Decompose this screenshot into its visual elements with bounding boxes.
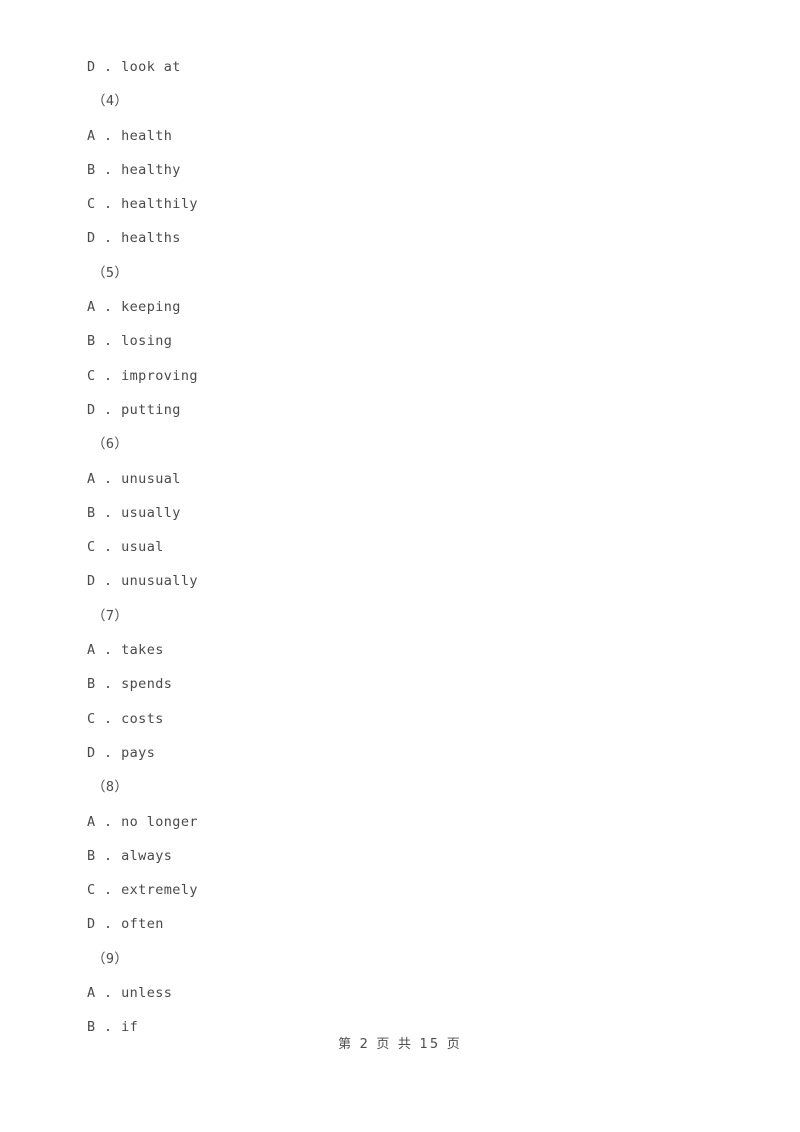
choice-option: C . healthily	[87, 187, 727, 221]
choice-option: D . putting	[87, 393, 727, 427]
choice-option: B . losing	[87, 324, 727, 358]
choice-separator: .	[95, 504, 122, 521]
choice-text: costs	[121, 710, 164, 727]
choice-separator: .	[95, 573, 122, 590]
choice-letter: B	[87, 333, 96, 350]
document-page: D . look at （4） A . health B . healthy C . h…	[0, 0, 800, 1132]
choice-letter: D	[87, 59, 96, 75]
choice-letter: D	[87, 230, 96, 247]
choice-option: C . improving	[87, 359, 727, 393]
choice-text: pays	[121, 744, 156, 761]
choice-option: B . usually	[87, 496, 727, 530]
choice-letter: C	[87, 367, 96, 384]
choice-separator: .	[95, 710, 122, 727]
choice-separator: .	[95, 333, 122, 350]
choice-letter: A	[87, 127, 96, 144]
choice-separator: .	[95, 916, 122, 933]
choice-text: putting	[121, 401, 181, 418]
choice-option: D . healths	[87, 221, 727, 255]
choice-text: keeping	[121, 299, 181, 316]
choice-option: A . unless	[87, 976, 727, 1010]
choice-letter: A	[87, 985, 96, 1002]
choice-separator: .	[95, 642, 122, 659]
choice-option: D . often	[87, 907, 727, 941]
choice-option: A . health	[87, 119, 727, 153]
choice-separator: .	[95, 985, 122, 1002]
choice-letter: C	[87, 196, 96, 213]
choice-letter: B	[87, 847, 96, 864]
choice-letter: C	[87, 539, 96, 556]
choice-text: usually	[121, 504, 181, 521]
choice-option: A . keeping	[87, 290, 727, 324]
choice-text: healths	[121, 230, 181, 247]
choice-option: C . costs	[87, 702, 727, 736]
choice-separator: .	[95, 470, 122, 487]
choice-text: unusually	[121, 573, 198, 590]
choice-separator: .	[95, 367, 122, 384]
choice-separator: .	[95, 813, 122, 830]
choice-letter: C	[87, 882, 96, 899]
choice-option: A . takes	[87, 633, 727, 667]
choice-option: D . unusually	[87, 564, 727, 598]
choice-separator: .	[95, 230, 122, 247]
choice-separator: .	[95, 161, 122, 178]
choice-letter: A	[87, 813, 96, 830]
question-number: （9）	[92, 950, 129, 967]
choice-separator: .	[95, 299, 122, 316]
choice-separator: .	[95, 59, 122, 75]
question-number: （8）	[92, 779, 129, 796]
choice-option: B . healthy	[87, 153, 727, 187]
choice-letter: B	[87, 676, 96, 693]
choice-letter: D	[87, 916, 96, 933]
choice-option: A . no longer	[87, 805, 727, 839]
choice-text: unless	[121, 985, 173, 1002]
choice-text: takes	[121, 642, 164, 659]
choice-separator: .	[95, 744, 122, 761]
choice-letter: D	[87, 401, 96, 418]
choice-letter: C	[87, 710, 96, 727]
choice-text: extremely	[121, 882, 198, 899]
question-number: （4）	[92, 93, 129, 110]
choice-text: usual	[121, 539, 164, 556]
choice-option: B . spends	[87, 667, 727, 701]
choice-option: A . unusual	[87, 462, 727, 496]
choice-letter: B	[87, 504, 96, 521]
choice-text: look at	[121, 59, 181, 75]
choice-separator: .	[95, 539, 122, 556]
choice-separator: .	[95, 127, 122, 144]
choice-separator: .	[95, 882, 122, 899]
choice-letter: D	[87, 573, 96, 590]
choice-letter: B	[87, 161, 96, 178]
choice-separator: .	[95, 676, 122, 693]
choice-letter: A	[87, 299, 96, 316]
choice-text: losing	[121, 333, 173, 350]
choice-separator: .	[95, 196, 122, 213]
choice-option: B . always	[87, 839, 727, 873]
question-number: （6）	[92, 436, 129, 453]
question-number: （7）	[92, 607, 129, 624]
choice-text: improving	[121, 367, 198, 384]
choice-text: healthy	[121, 161, 181, 178]
choice-separator: .	[95, 401, 122, 418]
choice-option: C . usual	[87, 530, 727, 564]
choice-letter: A	[87, 470, 96, 487]
choice-text: health	[121, 127, 173, 144]
choice-option: D . pays	[87, 736, 727, 770]
choice-option: C . extremely	[87, 873, 727, 907]
choice-text: always	[121, 847, 173, 864]
choice-text: often	[121, 916, 164, 933]
question-number: （5）	[92, 264, 129, 281]
choice-separator: .	[95, 847, 122, 864]
choice-letter: D	[87, 744, 96, 761]
choice-text: spends	[121, 676, 173, 693]
choice-option: D . look at	[87, 50, 727, 84]
page-footer: 第 2 页 共 15 页	[338, 1037, 462, 1052]
choice-letter: A	[87, 642, 96, 659]
choice-text: no longer	[121, 813, 198, 830]
choice-text: unusual	[121, 470, 181, 487]
choice-text: healthily	[121, 196, 198, 213]
question-list: D . look at （4） A . health B . healthy C . h…	[87, 50, 727, 1045]
